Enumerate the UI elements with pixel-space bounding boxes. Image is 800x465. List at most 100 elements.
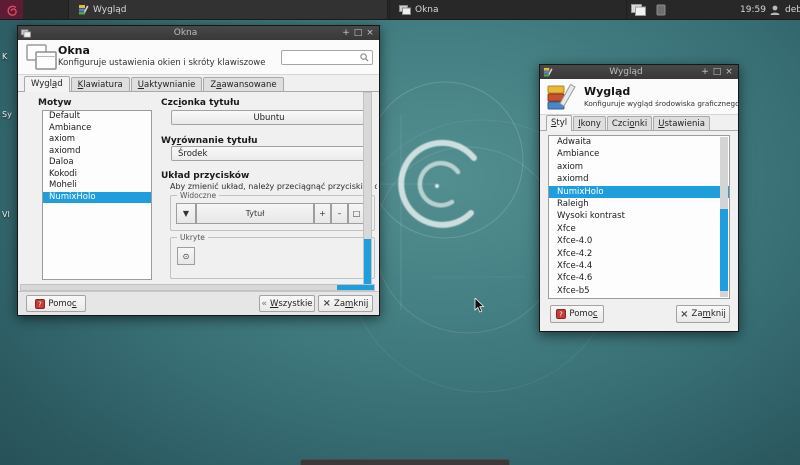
list-item[interactable]: Xfce-4.6 — [549, 272, 729, 284]
all-settings-button[interactable]: « Wszystkie — [259, 295, 315, 312]
hidden-frame-label: Ukryte — [177, 233, 208, 242]
button-layout-label: Układ przycisków — [161, 171, 249, 181]
okna-tabbar: Wygląd Klawiatura Uaktywnianie Zaawansow… — [18, 75, 379, 92]
taskbar-item-okna[interactable]: Okna — [389, 0, 627, 19]
tab-ikony[interactable]: Ikony — [573, 116, 606, 130]
shade-button[interactable]: + — [699, 65, 711, 79]
taskbar-item-wyglad[interactable]: Wygląd — [68, 0, 388, 19]
hidden-buttons-frame: Ukryte ⊙ — [170, 237, 375, 279]
list-item[interactable]: Kokodi — [43, 169, 151, 181]
desktop-icon-label-2[interactable]: Sy — [2, 110, 12, 119]
list-item[interactable]: axiom — [549, 161, 729, 173]
tab-ustawienia[interactable]: Ustawienia — [653, 116, 710, 130]
list-item[interactable]: Wysoki kontrast — [549, 210, 729, 222]
list-item[interactable]: Daloa — [43, 157, 151, 169]
window-title: Okna — [31, 28, 340, 38]
list-item[interactable]: Adwaita — [549, 136, 729, 148]
list-item[interactable]: Xfce- — [549, 297, 729, 299]
debian-logo-icon — [5, 3, 19, 17]
list-item[interactable]: Moheli — [43, 180, 151, 192]
visible-buttons-frame: Widoczne ▼ Tytuł + – □ — [170, 195, 375, 231]
font-section-label: Czcionka tytułu — [161, 98, 240, 108]
shade-chip[interactable]: + — [314, 203, 331, 224]
horizontal-scrollbar-thumb[interactable] — [337, 285, 374, 290]
dialog-subtitle: Konfiguruje wygląd środowiska graficzneg… — [584, 99, 739, 108]
visible-frame-label: Widoczne — [177, 191, 219, 200]
tab-zaawansowane[interactable]: Zaawansowane — [203, 77, 283, 91]
sticky-chip[interactable]: ⊙ — [177, 247, 195, 265]
horizontal-scrollbar[interactable] — [20, 284, 375, 291]
vertical-scrollbar[interactable] — [363, 92, 372, 284]
help-icon: ? — [35, 299, 45, 309]
search-input[interactable] — [285, 52, 360, 64]
maximize-button[interactable]: □ — [352, 26, 364, 40]
taskbar-item-label: Okna — [415, 5, 439, 15]
list-item[interactable]: Ambiance — [549, 148, 729, 160]
search-box — [281, 50, 373, 65]
list-item[interactable]: Xfce-4.4 — [549, 260, 729, 272]
list-item-selected[interactable]: NumixHolo — [43, 192, 151, 204]
list-item-selected[interactable]: NumixHolo — [549, 186, 729, 198]
user-name-button[interactable]: deb — [785, 0, 800, 19]
mouse-cursor — [474, 298, 486, 314]
theme-list: Default Ambiance axiom axiomd Daloa Koko… — [42, 110, 152, 280]
help-icon: ? — [556, 309, 566, 319]
tab-uaktywnianie[interactable]: Uaktywnianie — [131, 77, 203, 91]
menu-button-chip[interactable]: ▼ — [176, 203, 196, 224]
tab-klawiatura[interactable]: Klawiatura — [71, 77, 130, 91]
svg-text:?: ? — [39, 300, 43, 308]
close-button[interactable]: × — [723, 65, 735, 79]
window-icon — [21, 29, 31, 38]
vertical-scrollbar-thumb[interactable] — [364, 239, 371, 284]
list-item[interactable]: axiomd — [549, 173, 729, 185]
close-button[interactable]: × — [364, 26, 376, 40]
window-title: Wygląd — [553, 67, 699, 77]
help-button[interactable]: ? Pomoc — [26, 295, 86, 312]
list-scrollbar-thumb[interactable] — [720, 209, 728, 291]
autohidden-bottom-panel[interactable] — [300, 459, 510, 465]
panel-clock[interactable]: 19:59 — [740, 0, 766, 19]
list-item[interactable]: Ambiance — [43, 123, 151, 135]
okna-titlebar[interactable]: Okna + □ × — [18, 26, 379, 40]
wyglad-tabbar: Styl Ikony Czcionki Ustawienia — [540, 115, 738, 131]
title-align-combobox[interactable]: Środek — [171, 146, 367, 161]
appearance-icon — [543, 67, 553, 77]
top-panel: Wygląd Okna 19:59 deb — [0, 0, 800, 20]
windows-large-icon — [26, 44, 58, 71]
list-item[interactable]: Xfce — [549, 223, 729, 235]
list-item[interactable]: axiom — [43, 134, 151, 146]
tab-styl[interactable]: Styl — [546, 115, 572, 131]
list-item[interactable]: Raleigh — [549, 198, 729, 210]
search-icon — [360, 53, 369, 62]
dialog-title: Wygląd — [584, 85, 630, 98]
help-button[interactable]: ? Pomoc — [550, 305, 604, 323]
desktop-icon-label-3[interactable]: VI — [2, 210, 10, 219]
title-chip[interactable]: Tytuł — [196, 203, 314, 224]
tab-czcionki[interactable]: Czcionki — [607, 116, 652, 130]
title-font-button[interactable]: Ubuntu — [171, 110, 367, 125]
list-item[interactable]: Xfce-4.0 — [549, 235, 729, 247]
appearance-large-icon — [546, 82, 578, 112]
maximize-button[interactable]: □ — [711, 65, 723, 79]
tab-wyglad[interactable]: Wygląd — [24, 76, 70, 92]
desktop-icon-label-1[interactable]: K — [2, 52, 7, 61]
minimize-chip[interactable]: – — [331, 203, 348, 224]
list-item[interactable]: axiomd — [43, 146, 151, 158]
list-item[interactable]: Xfce-4.2 — [549, 248, 729, 260]
wyglad-titlebar[interactable]: Wygląd + □ × — [540, 65, 738, 79]
tray-windows-icon[interactable] — [631, 0, 646, 19]
user-icon — [769, 0, 781, 19]
list-item[interactable]: Xfce-b5 — [549, 285, 729, 297]
appearance-icon — [78, 4, 89, 15]
tray-status-icon[interactable] — [656, 0, 666, 19]
list-item[interactable]: Default — [43, 111, 151, 123]
close-dialog-button[interactable]: × Zamknij — [676, 305, 730, 323]
wyglad-header: Wygląd Konfiguruje wygląd środowiska gra… — [540, 79, 738, 115]
okna-window: Okna + □ × Okna Konfiguruje ustawienia o… — [17, 25, 380, 316]
shade-button[interactable]: + — [340, 26, 352, 40]
visible-buttons-row: ▼ Tytuł + – □ — [176, 203, 365, 224]
close-dialog-button[interactable]: × Zamknij — [318, 295, 373, 312]
applications-menu-button[interactable] — [0, 0, 23, 19]
close-x-icon: × — [323, 298, 331, 309]
list-scrollbar[interactable] — [720, 137, 728, 297]
